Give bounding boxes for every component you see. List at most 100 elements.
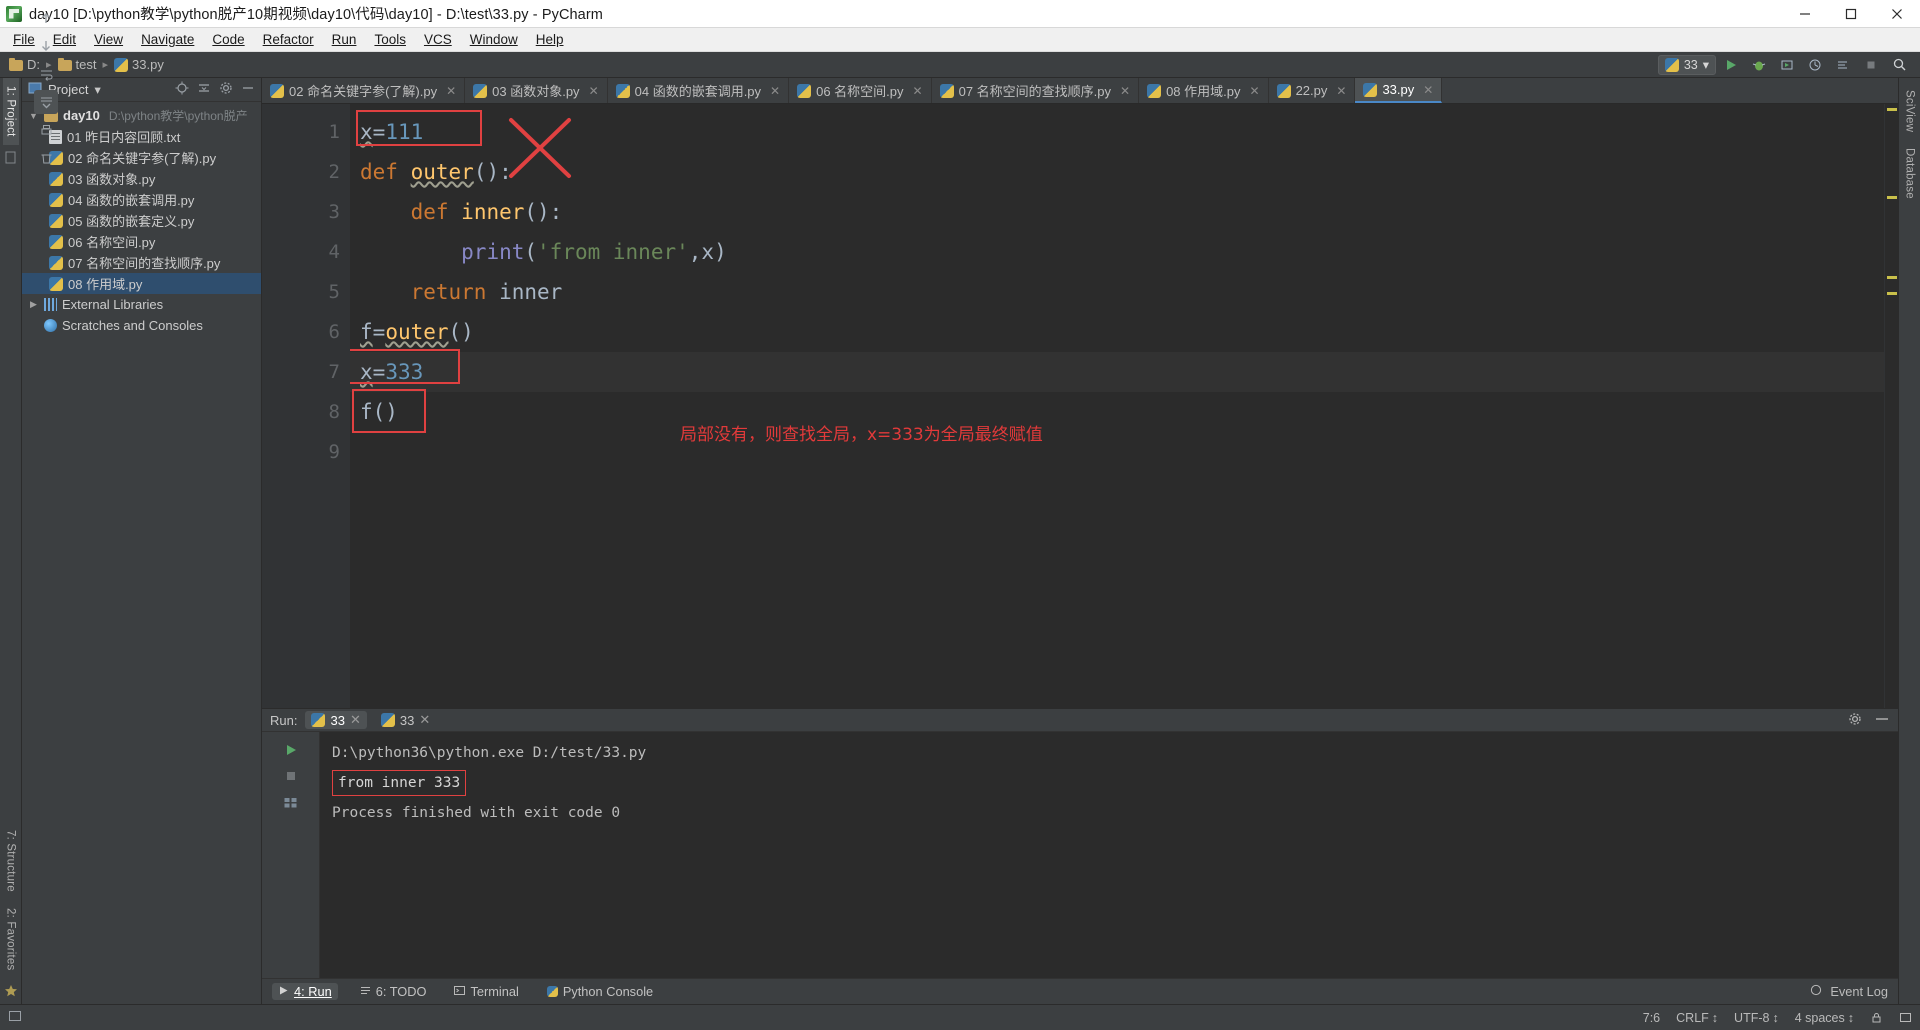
menu-tools[interactable]: Tools bbox=[365, 30, 415, 49]
bottom-tab-terminal[interactable]: Terminal bbox=[448, 983, 524, 1000]
collapse-all-icon[interactable] bbox=[197, 81, 211, 98]
run-button[interactable] bbox=[1718, 54, 1744, 76]
line-separator[interactable]: CRLF ↕ bbox=[1676, 1011, 1718, 1025]
soft-wrap-button[interactable] bbox=[34, 62, 58, 86]
close-icon[interactable]: ✕ bbox=[1336, 84, 1346, 98]
tool-tab-sciview[interactable]: SciView bbox=[1902, 82, 1918, 140]
scroll-up-button[interactable] bbox=[34, 6, 58, 30]
favorites-star-icon[interactable] bbox=[4, 984, 18, 998]
menu-code[interactable]: Code bbox=[203, 30, 253, 49]
editor-tab-06[interactable]: 06 名称空间.py ✕ bbox=[789, 78, 932, 103]
editor-tab-04[interactable]: 04 函数的嵌套调用.py ✕ bbox=[607, 78, 790, 103]
code-line-1[interactable]: x=111 bbox=[350, 112, 1884, 152]
project-chevron-down-icon[interactable]: ▾ bbox=[94, 82, 100, 97]
code-line-9[interactable] bbox=[350, 432, 1884, 472]
menu-run[interactable]: Run bbox=[323, 30, 366, 49]
menu-window[interactable]: Window bbox=[461, 30, 527, 49]
hide-status-icon[interactable] bbox=[1899, 1011, 1912, 1024]
breadcrumb-file[interactable]: 33.py bbox=[111, 57, 167, 72]
code-line-6[interactable]: f=outer() bbox=[350, 312, 1884, 352]
menu-help[interactable]: Help bbox=[527, 30, 573, 49]
editor-tab-08[interactable]: 08 作用域.py ✕ bbox=[1139, 78, 1269, 103]
menu-view[interactable]: View bbox=[85, 30, 132, 49]
stop-button[interactable] bbox=[279, 764, 303, 788]
code-line-2[interactable]: def outer(): bbox=[350, 152, 1884, 192]
tree-node-07[interactable]: 07 名称空间的查找顺序.py bbox=[22, 252, 261, 273]
bookmarks-icon[interactable] bbox=[4, 151, 18, 165]
tree-node-03[interactable]: 03 函数对象.py bbox=[22, 168, 261, 189]
bottom-tab-run[interactable]: 4: Run bbox=[272, 983, 338, 1000]
scroll-down-button[interactable] bbox=[34, 34, 58, 58]
editor-tab-22[interactable]: 22.py ✕ bbox=[1268, 78, 1356, 103]
debug-button[interactable] bbox=[1746, 54, 1772, 76]
stop-button[interactable] bbox=[1858, 54, 1884, 76]
run-console-output[interactable]: D:\python36\python.exe D:/test/33.py fro… bbox=[320, 732, 1898, 978]
clear-all-button[interactable] bbox=[34, 146, 58, 170]
tool-tab-project[interactable]: 1: Project bbox=[2, 78, 19, 145]
tool-tab-database[interactable]: Database bbox=[1902, 140, 1918, 207]
close-icon[interactable]: ✕ bbox=[419, 712, 430, 728]
menu-vcs[interactable]: VCS bbox=[415, 30, 461, 49]
attach-process-button[interactable] bbox=[1830, 54, 1856, 76]
close-icon[interactable]: ✕ bbox=[350, 712, 361, 728]
chevron-right-icon[interactable]: ▶ bbox=[28, 299, 39, 310]
close-icon[interactable]: ✕ bbox=[1250, 84, 1260, 98]
show-tasks-button[interactable] bbox=[279, 790, 303, 814]
minimize-button[interactable] bbox=[1782, 0, 1828, 27]
tree-node-06[interactable]: 06 名称空间.py bbox=[22, 231, 261, 252]
tool-window-bar: 4: Run 6: TODO Terminal Python Console E… bbox=[262, 978, 1898, 1004]
close-button[interactable] bbox=[1874, 0, 1920, 27]
tree-node-08-selected[interactable]: 08 作用域.py bbox=[22, 273, 261, 294]
breadcrumb-test[interactable]: test bbox=[55, 57, 100, 72]
run-coverage-button[interactable] bbox=[1774, 54, 1800, 76]
tree-node-external-libraries[interactable]: ▶ External Libraries bbox=[22, 294, 261, 315]
run-tab-33-second[interactable]: 33 ✕ bbox=[375, 711, 436, 729]
file-encoding[interactable]: UTF-8 ↕ bbox=[1734, 1011, 1779, 1025]
scroll-to-end-button[interactable] bbox=[34, 90, 58, 114]
print-button[interactable] bbox=[34, 118, 58, 142]
tree-node-05[interactable]: 05 函数的嵌套定义.py bbox=[22, 210, 261, 231]
gear-icon[interactable] bbox=[1848, 712, 1862, 729]
statusbar-memory-icon[interactable] bbox=[8, 1009, 22, 1026]
event-log-area[interactable]: Event Log bbox=[1810, 984, 1888, 999]
lock-icon[interactable] bbox=[1870, 1011, 1883, 1024]
maximize-button[interactable] bbox=[1828, 0, 1874, 27]
close-icon[interactable]: ✕ bbox=[589, 84, 599, 98]
chevron-down-icon[interactable]: ▾ bbox=[1703, 57, 1709, 72]
bottom-tab-todo[interactable]: 6: TODO bbox=[354, 983, 433, 1000]
menu-navigate[interactable]: Navigate bbox=[132, 30, 203, 49]
close-icon[interactable]: ✕ bbox=[1423, 83, 1433, 97]
code-line-8[interactable]: f() bbox=[350, 392, 1884, 432]
editor-tab-02[interactable]: 02 命名关键字参(了解).py ✕ bbox=[262, 78, 466, 103]
bottom-tab-python-console[interactable]: Python Console bbox=[541, 983, 659, 1000]
tree-node-04[interactable]: 04 函数的嵌套调用.py bbox=[22, 189, 261, 210]
editor-tab-07[interactable]: 07 名称空间的查找顺序.py ✕ bbox=[931, 78, 1140, 103]
profile-button[interactable] bbox=[1802, 54, 1828, 76]
code-line-4[interactable]: print('from inner',x) bbox=[350, 232, 1884, 272]
editor-tab-33-active[interactable]: 33.py ✕ bbox=[1355, 78, 1443, 103]
rerun-button[interactable] bbox=[279, 738, 303, 762]
run-configuration-selector[interactable]: 33 ▾ bbox=[1657, 54, 1716, 75]
caret-position[interactable]: 7:6 bbox=[1643, 1011, 1660, 1025]
hide-panel-icon[interactable] bbox=[1874, 712, 1890, 729]
code-line-5[interactable]: return inner bbox=[350, 272, 1884, 312]
hide-panel-icon[interactable] bbox=[241, 81, 255, 98]
editor-tab-03[interactable]: 03 函数对象.py ✕ bbox=[465, 78, 608, 103]
menu-refactor[interactable]: Refactor bbox=[254, 30, 323, 49]
close-icon[interactable]: ✕ bbox=[913, 84, 923, 98]
code-line-3[interactable]: def inner(): bbox=[350, 192, 1884, 232]
tool-tab-structure[interactable]: 7: Structure bbox=[3, 822, 19, 900]
search-icon[interactable] bbox=[1886, 54, 1912, 76]
run-tab-33-active[interactable]: 33 ✕ bbox=[305, 711, 367, 729]
close-icon[interactable]: ✕ bbox=[1120, 84, 1130, 98]
code-line-7[interactable]: x=333 bbox=[350, 352, 1884, 392]
tree-node-scratches[interactable]: Scratches and Consoles bbox=[22, 315, 261, 336]
locate-icon[interactable] bbox=[175, 81, 189, 98]
gear-icon[interactable] bbox=[219, 81, 233, 98]
close-icon[interactable]: ✕ bbox=[446, 84, 456, 98]
code-text-area[interactable]: x=111 def outer(): def inner(): print('f… bbox=[350, 104, 1884, 708]
close-icon[interactable]: ✕ bbox=[770, 84, 780, 98]
tool-tab-favorites[interactable]: 2: Favorites bbox=[3, 900, 19, 978]
indent-setting[interactable]: 4 spaces ↕ bbox=[1795, 1011, 1854, 1025]
editor-marker-bar[interactable] bbox=[1884, 104, 1898, 708]
